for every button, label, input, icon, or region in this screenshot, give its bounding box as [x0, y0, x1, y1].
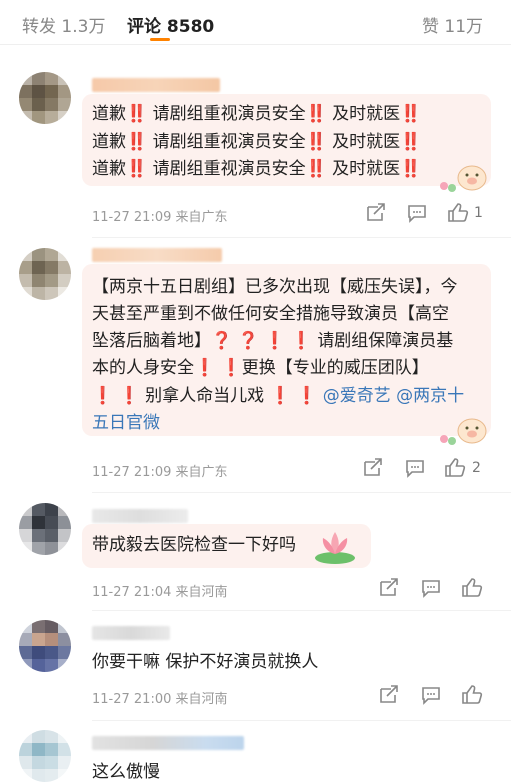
comment-icon[interactable]	[404, 458, 426, 478]
divider	[92, 610, 511, 611]
avatar[interactable]	[19, 72, 71, 124]
share-icon[interactable]	[378, 685, 400, 705]
divider	[92, 237, 511, 238]
like-count: 1	[474, 205, 483, 221]
tab-comments[interactable]: 评论 8580	[127, 12, 214, 37]
lotus-sticker-icon	[315, 532, 355, 564]
comment-text-line: ❗ ❗ 别拿人命当儿戏 ❗ ❗ @爱奇艺 @两京十	[92, 386, 465, 406]
mention-link[interactable]: @两京十	[396, 386, 464, 406]
thumbs-up-icon[interactable]	[447, 202, 469, 222]
tab-reposts[interactable]: 转发 1.3万	[22, 12, 105, 37]
comment-timestamp: 11-27 21:00 来自河南	[92, 692, 228, 707]
username-blurred[interactable]	[92, 626, 170, 640]
comment-text-line: 道歉‼️ 请剧组重视演员安全‼️ 及时就医‼️	[92, 104, 422, 124]
thumbs-up-icon[interactable]	[461, 684, 483, 704]
tab-likes[interactable]: 赞 11万	[422, 12, 483, 37]
comment-text: 你要干嘛 保护不好演员就换人	[92, 652, 319, 672]
comment-text-line: 道歉‼️ 请剧组重视演员安全‼️ 及时就医‼️	[92, 132, 422, 152]
comment-text-line: 【两京十五日剧组】已多次出现【威压失误】，今	[92, 277, 458, 297]
share-icon[interactable]	[362, 458, 384, 478]
comment-text-line: 道歉‼️ 请剧组重视演员安全‼️ 及时就医‼️	[92, 159, 422, 179]
like-count: 2	[472, 460, 481, 476]
comment-text-line: 五日官微	[92, 413, 160, 433]
username-blurred[interactable]	[92, 736, 244, 750]
comment-text-line: 本的人身安全❗ ❗更换【专业的威压团队】	[92, 358, 429, 378]
avatar[interactable]	[19, 503, 71, 555]
divider	[92, 492, 511, 493]
share-icon[interactable]	[365, 203, 387, 223]
avatar[interactable]	[19, 248, 71, 300]
comment-icon[interactable]	[420, 685, 442, 705]
username-blurred[interactable]	[92, 509, 188, 523]
comment-text-line: 坠落后脑着地】❓ ❓ ❗ ❗ 请剧组保障演员基	[92, 331, 454, 351]
mention-link[interactable]: @爱奇艺	[323, 386, 391, 406]
comment-icon[interactable]	[406, 203, 428, 223]
comment-icon[interactable]	[420, 578, 442, 598]
username-blurred[interactable]	[92, 248, 222, 262]
comment-text-line: 天甚至严重到不做任何安全措施导致演员【高空	[92, 304, 449, 324]
pig-sticker-icon	[440, 165, 487, 192]
avatar[interactable]	[19, 620, 71, 672]
comment-timestamp: 11-27 21:09 来自广东	[92, 465, 228, 480]
comment-timestamp: 11-27 21:09 来自广东	[92, 210, 228, 225]
active-tab-indicator	[150, 38, 170, 41]
pig-sticker-icon	[440, 418, 487, 445]
avatar[interactable]	[19, 730, 71, 782]
username-blurred[interactable]	[92, 78, 220, 92]
divider	[92, 720, 511, 721]
comment-text: 带成毅去医院检查一下好吗	[92, 535, 296, 555]
thumbs-up-icon[interactable]	[461, 577, 483, 597]
comment-timestamp: 11-27 21:04 来自河南	[92, 585, 228, 600]
share-icon[interactable]	[378, 578, 400, 598]
mention-link[interactable]: 五日官微	[92, 413, 160, 433]
thumbs-up-icon[interactable]	[444, 457, 466, 477]
comment-text: 这么傲慢	[92, 762, 160, 782]
comment-tabs: 转发 1.3万 评论 8580 赞 11万	[0, 0, 511, 45]
